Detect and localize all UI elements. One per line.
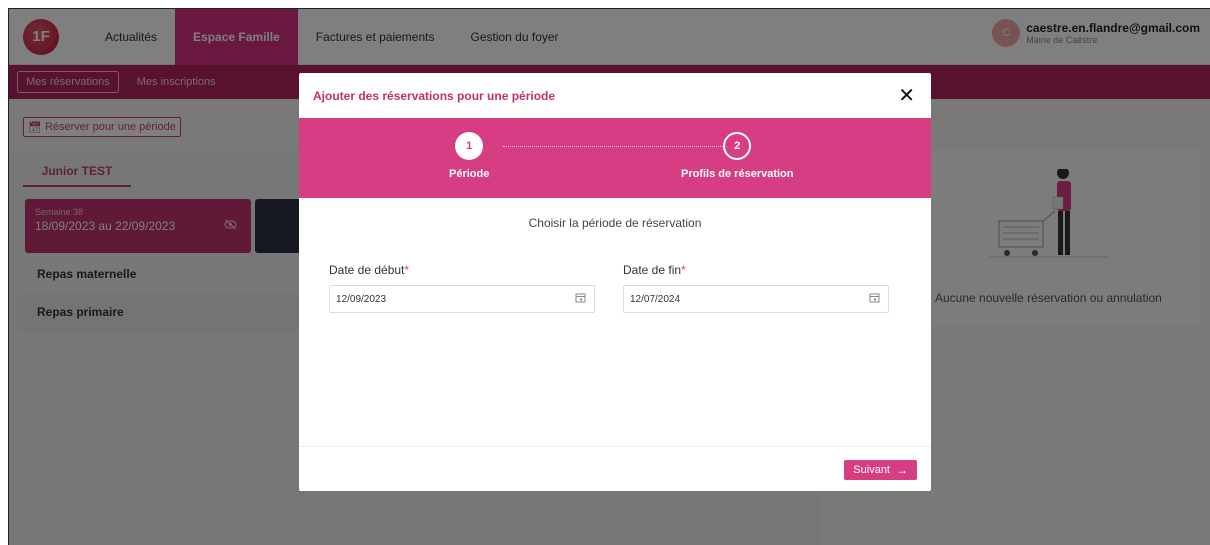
step-2-label: Profils de réservation [681,168,794,180]
start-date-label-text: Date de début [329,263,405,277]
step-1-number: 1 [455,132,484,160]
required-mark: * [404,263,410,277]
dialog-title: Ajouter des réservations pour une périod… [313,88,556,103]
next-button[interactable]: Suivant → [844,460,917,480]
step-profils: 2 Profils de réservation [681,132,794,180]
end-date-label: Date de fin* [623,263,889,277]
dialog-body: Choisir la période de réservation Date d… [299,198,931,446]
end-date-input[interactable]: 12/07/2024 [623,285,889,313]
dialog-footer: Suivant → [299,446,931,491]
step-1-label: Période [449,168,490,180]
start-date-input[interactable]: 12/09/2023 [329,285,595,313]
start-date-field: Date de début* 12/09/2023 [329,263,595,313]
start-date-label: Date de début* [329,263,595,277]
calendar-icon[interactable] [575,292,586,306]
start-date-value: 12/09/2023 [336,294,387,305]
close-icon[interactable]: ✕ [898,86,915,106]
step-periode: 1 Période [449,132,489,180]
end-date-field: Date de fin* 12/07/2024 [623,263,889,313]
step-2-number: 2 [723,132,752,160]
next-button-label: Suivant [853,464,890,476]
calendar-icon[interactable] [869,292,880,306]
reservation-period-dialog: Ajouter des réservations pour une périod… [299,73,931,491]
end-date-value: 12/07/2024 [630,294,681,305]
stepper: 1 Période 2 Profils de réservation [299,118,931,198]
arrow-right-icon: → [896,463,908,477]
dialog-header: Ajouter des réservations pour une périod… [299,73,931,118]
end-date-label-text: Date de fin [623,263,682,277]
dialog-subtitle: Choisir la période de réservation [528,216,702,230]
required-mark: * [681,263,686,277]
